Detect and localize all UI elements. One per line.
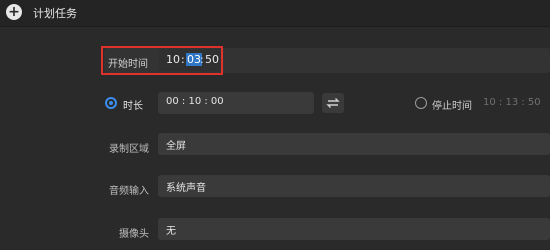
plus-circle-icon[interactable]: + [6, 4, 22, 20]
duration-label: 时长 [123, 101, 143, 112]
audio-input-value: 系统声音 [166, 183, 206, 194]
start-time-hour[interactable]: 10 [166, 53, 180, 66]
stop-time-radio[interactable] [415, 97, 427, 109]
duration-input[interactable]: 00 : 10 : 00 [158, 92, 314, 114]
start-time-sep-1: : [181, 53, 185, 66]
audio-input-label: 音频输入 [109, 186, 149, 197]
camera-value: 无 [166, 226, 176, 237]
stop-time-value[interactable]: 10 : 13 : 50 [483, 97, 541, 108]
loop-arrows-icon[interactable] [322, 93, 344, 113]
title-bar: + 计划任务 [0, 0, 550, 27]
start-time-second[interactable]: 50 [205, 53, 219, 66]
start-time-sep-2: : [200, 53, 204, 66]
duration-radio[interactable] [105, 97, 117, 109]
window-title: 计划任务 [33, 7, 77, 20]
audio-input-select[interactable]: 系统声音 [158, 175, 550, 197]
record-area-select[interactable]: 全屏 [158, 133, 550, 155]
stop-time-label: 停止时间 [432, 101, 472, 112]
camera-label: 摄像头 [119, 229, 149, 240]
duration-value: 00 : 10 : 00 [166, 96, 224, 107]
record-area-value: 全屏 [166, 141, 186, 152]
record-area-label: 录制区域 [109, 144, 149, 155]
camera-select[interactable]: 无 [158, 218, 550, 240]
start-time-label: 开始时间 [108, 59, 148, 70]
